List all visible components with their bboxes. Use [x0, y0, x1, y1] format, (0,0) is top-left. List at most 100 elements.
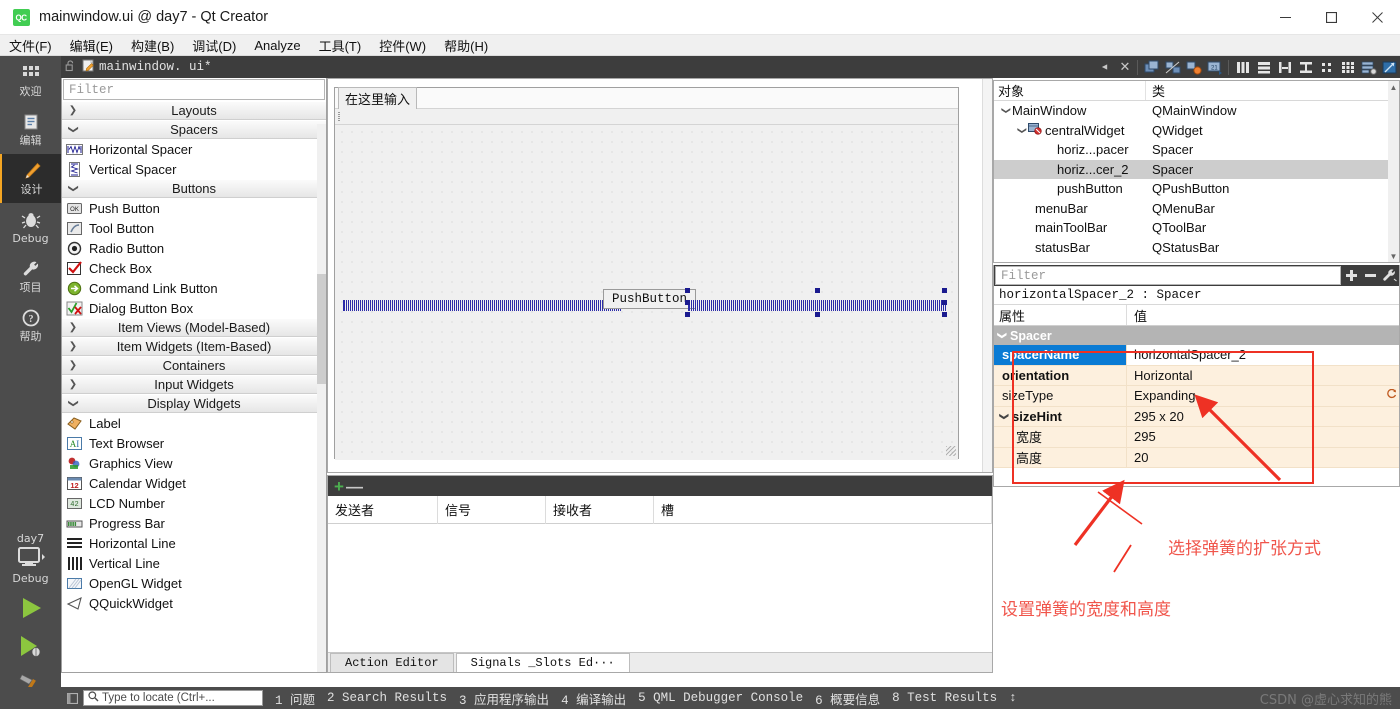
menu-build[interactable]: 构建(B)	[122, 34, 183, 57]
form-central-widget[interactable]: PushButton	[335, 125, 958, 460]
widget-box-scrollbar[interactable]	[317, 124, 326, 672]
menu-help[interactable]: 帮助(H)	[435, 34, 497, 57]
form-canvas-scrollbar[interactable]	[982, 79, 992, 472]
minimize-button[interactable]	[1262, 0, 1308, 35]
scroll-down-icon[interactable]: ▼	[1388, 250, 1399, 262]
mode-projects[interactable]: 项目	[0, 252, 61, 301]
mode-help[interactable]: ? 帮助	[0, 301, 61, 350]
form-resize-grip[interactable]	[946, 446, 956, 456]
object-row-menubar[interactable]: menuBar QMenuBar	[994, 199, 1399, 219]
object-row-maintoolbar[interactable]: mainToolBar QToolBar	[994, 218, 1399, 238]
object-tree-scrollbar[interactable]: ▲ ▼	[1388, 81, 1399, 262]
property-value-sizetype[interactable]: Expanding	[1127, 386, 1399, 407]
break-layout-icon[interactable]	[1358, 58, 1379, 76]
designed-main-window[interactable]: 在这里输入 PushButton	[334, 86, 959, 460]
minus-icon[interactable]	[1361, 265, 1380, 286]
widget-group-input-widgets[interactable]: ❯ Input Widgets	[62, 375, 326, 394]
adjust-size-icon[interactable]	[1379, 58, 1400, 76]
chevron-down-icon[interactable]: ❯	[1001, 105, 1012, 117]
object-row-horizontalspacer-2[interactable]: horiz...cer_2 Spacer	[994, 159, 1399, 179]
property-row-sizetype[interactable]: sizeType Expanding	[994, 386, 1399, 407]
widget-box-filter-input[interactable]: Filter	[63, 79, 325, 100]
layout-vertically-icon[interactable]	[1253, 58, 1274, 76]
object-row-centralwidget[interactable]: ❯ centralWidget QWidget	[994, 121, 1399, 141]
property-row-height[interactable]: 高度 20	[994, 447, 1399, 468]
layout-splitter-horizontal-icon[interactable]	[1274, 58, 1295, 76]
start-debugging-button[interactable]	[0, 627, 61, 665]
mode-debug[interactable]: Debug	[0, 203, 61, 252]
widget-box-list[interactable]: ❯ Layouts ❯ Spacers Horizontal Spacer Ve…	[62, 101, 326, 672]
selection-handle[interactable]	[815, 312, 820, 317]
chevron-down-icon[interactable]: ❯	[1017, 124, 1028, 136]
form-push-button[interactable]: PushButton	[603, 289, 697, 309]
editor-filename[interactable]: mainwindow. ui*	[99, 60, 212, 74]
widget-group-display-widgets[interactable]: ❯ Display Widgets	[62, 394, 326, 413]
selection-handle[interactable]	[815, 288, 820, 293]
widget-item-push-button[interactable]: OK Push Button	[62, 198, 326, 218]
chevron-down-icon[interactable]: ❯	[999, 408, 1010, 424]
tab-signals-slots-editor[interactable]: Signals _Slots Ed···	[455, 653, 630, 672]
widget-item-opengl-widget[interactable]: OpenGL Widget	[62, 573, 326, 593]
run-button[interactable]	[0, 589, 61, 627]
column-sender[interactable]: 发送者	[328, 495, 438, 524]
property-value-width[interactable]: 295	[1127, 427, 1399, 448]
output-pane-updown-icon[interactable]: ↕	[1003, 691, 1023, 705]
column-slot[interactable]: 槽	[654, 495, 992, 524]
output-pane-issues[interactable]: 1 问题	[269, 689, 321, 708]
property-value-height[interactable]: 20	[1127, 447, 1399, 468]
output-pane-summary[interactable]: 6 概要信息	[809, 689, 886, 708]
menu-window[interactable]: 控件(W)	[370, 34, 435, 57]
unlock-icon[interactable]	[61, 59, 79, 75]
property-value-sizehint[interactable]: 295 x 20	[1127, 406, 1399, 427]
menu-analyze[interactable]: Analyze	[245, 36, 309, 55]
column-signal[interactable]: 信号	[438, 495, 546, 524]
add-connection-button[interactable]: +	[334, 478, 344, 495]
form-tool-bar[interactable]	[335, 109, 958, 125]
layout-form-icon[interactable]	[1316, 58, 1337, 76]
form-editor-canvas[interactable]: 在这里输入 PushButton	[327, 78, 993, 473]
property-row-sizehint[interactable]: ❯ sizeHint 295 x 20	[994, 406, 1399, 427]
edit-widgets-icon[interactable]	[1141, 58, 1162, 76]
column-receiver[interactable]: 接收者	[546, 495, 654, 524]
widget-group-buttons[interactable]: ❯ Buttons	[62, 179, 326, 198]
widget-item-lcd-number[interactable]: 42 LCD Number	[62, 493, 326, 513]
remove-connection-button[interactable]: —	[346, 478, 363, 495]
widget-item-graphics-view[interactable]: Graphics View	[62, 453, 326, 473]
widget-group-item-views[interactable]: ❯ Item Views (Model-Based)	[62, 318, 326, 337]
close-icon[interactable]: ✕	[1116, 59, 1134, 75]
reset-property-icon[interactable]	[1386, 384, 1398, 404]
selection-handle[interactable]	[942, 312, 947, 317]
property-row-width[interactable]: 宽度 295	[994, 427, 1399, 448]
menu-debug[interactable]: 调试(D)	[183, 34, 245, 57]
property-value-orientation[interactable]: Horizontal	[1127, 365, 1399, 386]
mode-edit[interactable]: 编辑	[0, 105, 61, 154]
form-menu-placeholder[interactable]: 在这里输入	[338, 86, 418, 110]
object-row-statusbar[interactable]: statusBar QStatusBar	[994, 238, 1399, 258]
column-class[interactable]: 类	[1146, 81, 1399, 100]
close-button[interactable]	[1354, 0, 1400, 35]
object-row-pushbutton[interactable]: pushButton QPushButton	[994, 179, 1399, 199]
output-pane-application-output[interactable]: 3 应用程序输出	[453, 689, 555, 708]
property-value-spacername[interactable]: horizontalSpacer_2	[1127, 345, 1399, 366]
locator-input[interactable]: Type to locate (Ctrl+...	[83, 690, 263, 706]
property-filter-input[interactable]: Filter	[995, 266, 1341, 285]
form-horizontal-spacer-1[interactable]	[343, 295, 621, 315]
widget-item-progress-bar[interactable]: Progress Bar	[62, 513, 326, 533]
widget-item-label[interactable]: Label	[62, 413, 326, 433]
signals-slots-rows[interactable]	[328, 524, 992, 654]
selection-handle[interactable]	[685, 312, 690, 317]
widget-group-item-widgets[interactable]: ❯ Item Widgets (Item-Based)	[62, 337, 326, 356]
plus-icon[interactable]	[1342, 265, 1361, 286]
widget-group-containers[interactable]: ❯ Containers	[62, 356, 326, 375]
edit-tab-order-icon[interactable]: 21	[1204, 58, 1225, 76]
output-pane-toggle-icon[interactable]	[61, 692, 83, 704]
widget-item-calendar-widget[interactable]: 12 Calendar Widget	[62, 473, 326, 493]
selection-handle[interactable]	[685, 300, 690, 305]
widget-item-horizontal-spacer[interactable]: Horizontal Spacer	[62, 139, 326, 159]
column-object[interactable]: 对象	[994, 81, 1146, 100]
widget-group-spacers[interactable]: ❯ Spacers	[62, 120, 326, 139]
layout-horizontally-icon[interactable]	[1232, 58, 1253, 76]
scroll-up-icon[interactable]: ▲	[1388, 81, 1399, 93]
object-row-horizontalspacer[interactable]: horiz...pacer Spacer	[994, 140, 1399, 160]
column-property[interactable]: 属性	[994, 305, 1127, 325]
